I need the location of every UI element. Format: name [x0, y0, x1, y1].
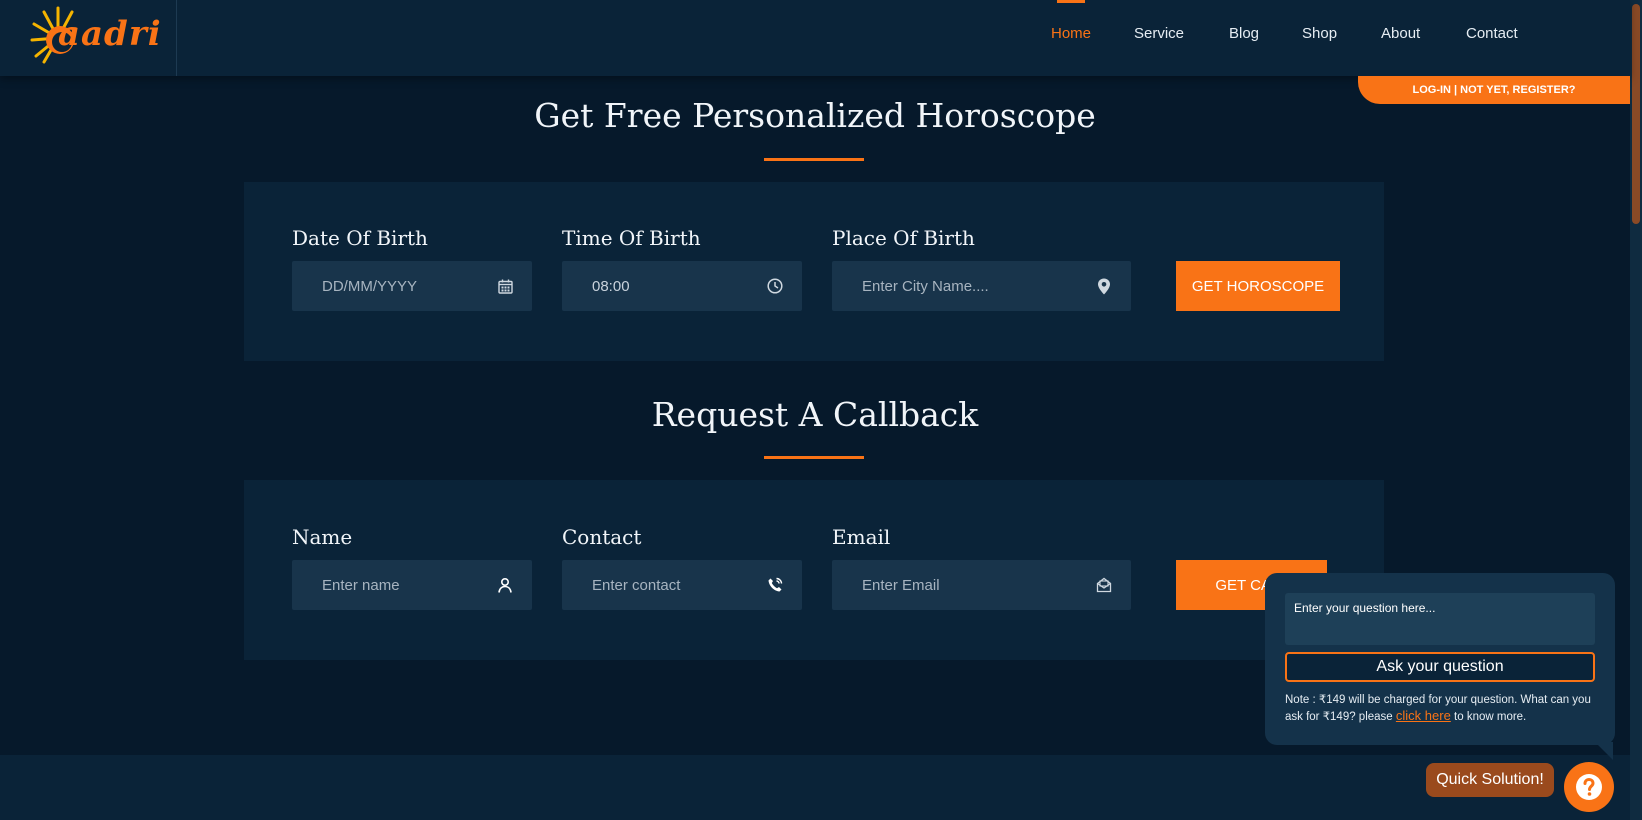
- nav-blog[interactable]: Blog: [1229, 25, 1259, 42]
- user-icon: [496, 576, 514, 594]
- quick-solution-panel-tail: [1595, 742, 1613, 760]
- charge-note-suffix: to know more.: [1454, 711, 1527, 723]
- callback-form: Name Contact Email GET CALL: [244, 480, 1384, 660]
- dob-label: Date Of Birth: [292, 226, 428, 250]
- callback-title-underline: [764, 456, 864, 459]
- logo-area[interactable]: aadri: [0, 0, 177, 76]
- clock-icon: [766, 277, 784, 295]
- nav-shop[interactable]: Shop: [1302, 25, 1337, 42]
- logo-text: aadri: [58, 14, 162, 54]
- callback-title: Request A Callback: [651, 395, 979, 434]
- email-input[interactable]: [860, 575, 1095, 595]
- nav-home[interactable]: Home: [1051, 25, 1091, 42]
- click-here-link[interactable]: click here: [1396, 708, 1451, 723]
- footer-band: [0, 755, 1630, 820]
- horoscope-form: Date Of Birth Time Of Birth Place Of Bir…: [244, 182, 1384, 361]
- get-horoscope-button[interactable]: GET HOROSCOPE: [1176, 261, 1340, 311]
- name-input[interactable]: [320, 575, 496, 595]
- question-mark-icon: [1576, 774, 1602, 800]
- email-label: Email: [832, 525, 891, 549]
- horoscope-title-underline: [764, 158, 864, 161]
- tob-field[interactable]: [562, 261, 802, 311]
- quick-solution-pill[interactable]: Quick Solution!: [1426, 763, 1554, 797]
- dob-field[interactable]: [292, 261, 532, 311]
- nav-contact[interactable]: Contact: [1466, 25, 1518, 42]
- quick-solution-toggle-button[interactable]: [1564, 762, 1614, 812]
- pob-field[interactable]: [832, 261, 1131, 311]
- ask-question-button[interactable]: Ask your question: [1285, 652, 1595, 682]
- site-header: aadri Home Service Blog Shop About Conta…: [0, 0, 1630, 76]
- question-textarea[interactable]: Enter your question here...: [1285, 593, 1595, 645]
- name-label: Name: [292, 525, 353, 549]
- scrollbar-thumb[interactable]: [1632, 4, 1640, 224]
- nav-service[interactable]: Service: [1134, 25, 1184, 42]
- login-register-tab[interactable]: LOG-IN | NOT YET, REGISTER?: [1358, 76, 1630, 104]
- contact-label: Contact: [562, 525, 642, 549]
- phone-icon: [766, 576, 784, 594]
- quick-solution-panel: Enter your question here... Ask your que…: [1265, 573, 1615, 745]
- calendar-icon: [496, 277, 514, 295]
- nav-about[interactable]: About: [1381, 25, 1420, 42]
- name-field[interactable]: [292, 560, 532, 610]
- tob-input[interactable]: [590, 276, 766, 296]
- email-field[interactable]: [832, 560, 1131, 610]
- pob-input[interactable]: [860, 276, 1095, 296]
- contact-input[interactable]: [590, 575, 766, 595]
- dob-input[interactable]: [320, 276, 496, 296]
- tob-label: Time Of Birth: [562, 226, 701, 250]
- envelope-icon: [1095, 576, 1113, 594]
- pob-label: Place Of Birth: [832, 226, 975, 250]
- contact-field[interactable]: [562, 560, 802, 610]
- location-pin-icon: [1095, 277, 1113, 295]
- charge-note: Note : ₹149 will be charged for your que…: [1285, 692, 1603, 725]
- nav-active-indicator: [1057, 0, 1085, 3]
